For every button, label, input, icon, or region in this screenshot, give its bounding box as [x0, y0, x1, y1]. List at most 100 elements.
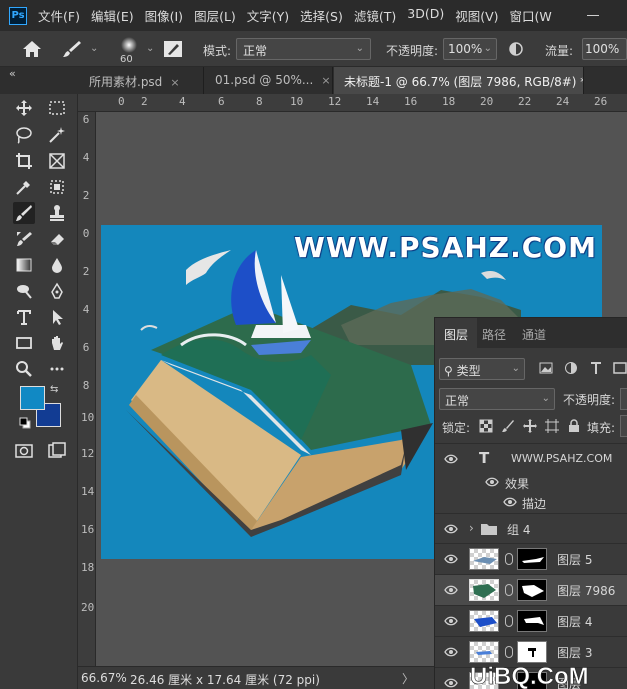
lock-artboard-icon[interactable] [545, 419, 559, 433]
layer-effects-row[interactable]: 效果 [435, 473, 627, 493]
fill-input[interactable] [620, 415, 627, 437]
lasso-tool-icon[interactable] [13, 124, 35, 146]
mask-link-icon[interactable] [505, 646, 513, 658]
filter-adjustment-layers-icon[interactable] [564, 361, 578, 375]
filter-type-layers-icon[interactable] [589, 361, 603, 375]
brush-preset-chevron-icon[interactable]: ⌄ [90, 43, 98, 54]
magic-wand-tool-icon[interactable] [46, 124, 68, 146]
mask-link-icon[interactable] [505, 584, 513, 596]
brush-tool-icon[interactable] [13, 202, 35, 224]
eyedropper-tool-icon[interactable] [13, 176, 35, 198]
menu-filter[interactable]: 滤镜(T) [354, 6, 396, 25]
layer-mask-thumbnail[interactable] [517, 548, 547, 570]
layer-mask-thumbnail[interactable] [517, 579, 547, 601]
brush-settings-panel-icon[interactable] [163, 40, 183, 58]
opacity-input[interactable]: 100% ⌄ [443, 38, 497, 60]
layer-mask-thumbnail[interactable] [517, 610, 547, 632]
layer-filter-select[interactable]: ⚲ 类型 ⌄ [439, 358, 525, 380]
filter-pixel-layers-icon[interactable] [539, 361, 553, 375]
lock-transparent-pixels-icon[interactable] [479, 419, 493, 433]
brush-size-chevron-icon[interactable]: ⌄ [146, 43, 154, 54]
history-brush-tool-icon[interactable] [13, 228, 35, 250]
menu-window[interactable]: 窗口(W [510, 6, 552, 25]
menu-layer[interactable]: 图层(L) [194, 6, 236, 25]
status-menu-chevron-icon[interactable]: 〉 [402, 670, 414, 687]
photoshop-logo-icon[interactable]: Ps [9, 6, 27, 25]
hand-tool-icon[interactable] [46, 332, 68, 354]
tab-untitled-1[interactable]: 未标题-1 @ 66.7% (图层 7986, RGB/8#) *× [334, 67, 584, 94]
group-expand-chevron-icon[interactable]: › [469, 521, 474, 535]
menu-edit[interactable]: 编辑(E) [91, 6, 134, 25]
blur-tool-icon[interactable] [46, 254, 68, 276]
tab-channels[interactable]: 通道 [513, 318, 555, 348]
blend-mode-select[interactable]: 正常 ⌄ [439, 388, 555, 410]
collapse-panels-icon[interactable]: « [9, 67, 16, 80]
path-selection-tool-icon[interactable] [46, 306, 68, 328]
filter-shape-layers-icon[interactable] [613, 361, 627, 375]
visibility-eye-icon[interactable] [503, 496, 517, 508]
layer-row-pixel[interactable]: 图层 4 [435, 605, 627, 636]
layer-mask-thumbnail[interactable] [517, 641, 547, 663]
pen-tool-icon[interactable] [46, 280, 68, 302]
default-colors-icon[interactable] [19, 417, 31, 429]
layer-opacity-input[interactable] [620, 388, 627, 410]
layer-effect-stroke-row[interactable]: 描边 [435, 493, 627, 513]
vertical-ruler[interactable]: 6 4 2 0 2 4 6 8 10 12 14 16 18 20 [78, 112, 96, 666]
layer-row-pixel[interactable]: 图层 5 [435, 543, 627, 574]
swap-colors-icon[interactable]: ⇆ [50, 384, 58, 395]
lock-position-icon[interactable] [523, 419, 537, 433]
mask-link-icon[interactable] [505, 553, 513, 565]
foreground-color-swatch[interactable] [20, 386, 45, 410]
tab-01-psd[interactable]: 01.psd @ 50%... × [205, 67, 333, 94]
dodge-tool-icon[interactable] [13, 280, 35, 302]
layer-row-pixel-selected[interactable]: 图层 7986 [435, 574, 627, 605]
mode-select[interactable]: 正常 ⌄ [236, 38, 371, 60]
move-tool-icon[interactable] [13, 97, 35, 119]
menu-type[interactable]: 文字(Y) [247, 6, 289, 25]
flow-input[interactable]: 100% [582, 38, 627, 60]
mask-link-icon[interactable] [505, 615, 513, 627]
lock-image-pixels-icon[interactable] [501, 419, 515, 433]
close-icon[interactable]: × [321, 74, 330, 87]
home-icon[interactable] [22, 40, 42, 58]
layer-row-group[interactable]: › 组 4 [435, 513, 627, 543]
visibility-eye-icon[interactable] [444, 615, 458, 627]
marquee-tool-icon[interactable] [46, 97, 68, 119]
menu-select[interactable]: 选择(S) [300, 6, 343, 25]
visibility-eye-icon[interactable] [444, 453, 458, 465]
brush-tool-icon[interactable] [62, 39, 82, 59]
brush-preview-icon[interactable] [118, 35, 140, 55]
visibility-eye-icon[interactable] [444, 553, 458, 565]
visibility-eye-icon[interactable] [444, 677, 458, 689]
type-tool-icon[interactable] [13, 306, 35, 328]
crop-tool-icon[interactable] [13, 150, 35, 172]
lock-all-icon[interactable] [567, 419, 581, 433]
visibility-eye-icon[interactable] [444, 584, 458, 596]
visibility-eye-icon[interactable] [485, 476, 499, 488]
stamp-tool-icon[interactable] [46, 202, 68, 224]
pressure-opacity-icon[interactable] [509, 41, 523, 57]
gradient-tool-icon[interactable] [13, 254, 35, 276]
menu-image[interactable]: 图像(I) [145, 6, 183, 25]
close-icon[interactable]: × [170, 76, 179, 89]
visibility-eye-icon[interactable] [444, 523, 458, 535]
minimize-icon[interactable] [587, 9, 601, 21]
zoom-tool-icon[interactable] [13, 358, 35, 380]
tab-material-psd[interactable]: 所用素材.psd × [79, 67, 204, 94]
menu-3d[interactable]: 3D(D) [407, 6, 444, 25]
menu-file[interactable]: 文件(F) [38, 6, 80, 25]
screen-mode-icon[interactable] [46, 440, 68, 462]
frame-tool-icon[interactable] [46, 150, 68, 172]
eraser-tool-icon[interactable] [46, 228, 68, 250]
rectangle-tool-icon[interactable] [13, 332, 35, 354]
tab-layers[interactable]: 图层 [435, 318, 478, 348]
menu-view[interactable]: 视图(V) [455, 6, 498, 25]
tab-paths[interactable]: 路径 [473, 318, 515, 348]
horizontal-ruler[interactable]: 0 2 4 6 8 10 12 14 16 18 20 22 24 26 [78, 94, 627, 112]
object-selection-icon[interactable] [46, 176, 68, 198]
layer-row-text[interactable]: T WWW.PSAHZ.COM [435, 443, 627, 473]
visibility-eye-icon[interactable] [444, 646, 458, 658]
more-tools-icon[interactable] [46, 358, 68, 380]
quick-mask-icon[interactable] [13, 440, 35, 462]
zoom-level-input[interactable]: 66.67% [81, 671, 127, 685]
